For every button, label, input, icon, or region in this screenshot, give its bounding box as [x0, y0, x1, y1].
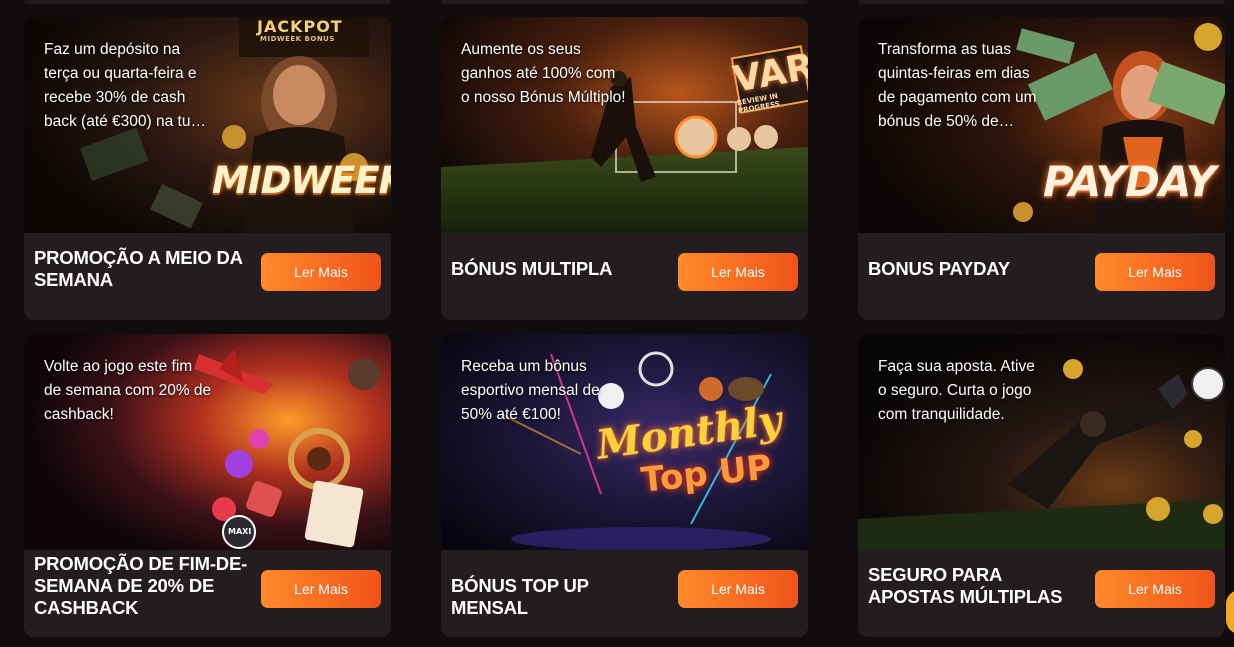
- promo-title: SEGURO PARA APOSTAS MÚLTIPLAS: [868, 564, 1063, 607]
- promo-card-midweek: JACKPOT MIDWEEK BONUS MIDWEEK Faz um dep…: [24, 17, 391, 320]
- promo-card-topup: Monthly Top UP Receba um bônus esportivo…: [441, 334, 808, 637]
- floating-widget-tab[interactable]: [1226, 590, 1234, 634]
- promo-description: Aumente os seus ganhos até 100% com o no…: [461, 41, 626, 106]
- read-more-button[interactable]: Ler Mais: [261, 253, 381, 291]
- promo-banner-topup: Monthly Top UP Receba um bônus esportivo…: [441, 334, 808, 550]
- promo-description: Transforma as tuas quintas-feiras em dia…: [878, 41, 1037, 130]
- promo-footer: PROMOÇÃO DE FIM-DE-SEMANA DE 20% DE CASH…: [24, 550, 391, 637]
- promo-card-multipla: VAR REVIEW IN PROGRESS Aumente os seus g…: [441, 17, 808, 320]
- promo-footer: BÓNUS MULTIPLA Ler Mais: [441, 233, 808, 320]
- payday-logo: PAYDAY: [1043, 157, 1216, 206]
- promo-card-seguro: Faça sua aposta. Ative o seguro. Curta o…: [858, 334, 1225, 637]
- promo-title: BONUS PAYDAY: [868, 258, 1010, 279]
- promo-footer: BONUS PAYDAY Ler Mais: [858, 233, 1225, 320]
- promo-description: Receba um bônus esportivo mensal de 50% …: [461, 358, 600, 423]
- read-more-button[interactable]: Ler Mais: [678, 570, 798, 608]
- promo-banner-seguro: Faça sua aposta. Ative o seguro. Curta o…: [858, 334, 1225, 550]
- promo-title: BÓNUS MULTIPLA: [451, 258, 613, 279]
- maxi-chip: MAXI: [228, 527, 252, 536]
- promo-footer: SEGURO PARA APOSTAS MÚLTIPLAS Ler Mais: [858, 550, 1225, 637]
- read-more-button[interactable]: Ler Mais: [1095, 570, 1215, 608]
- promo-description: Faça sua aposta. Ative o seguro. Curta o…: [878, 358, 1035, 423]
- promo-title: PROMOÇÃO A MEIO DA SEMANA: [34, 247, 243, 290]
- jackpot-subsign: MIDWEEK BONUS: [260, 35, 335, 43]
- promo-description: Faz um depósito na terça ou quarta-feira…: [44, 41, 206, 130]
- read-more-button[interactable]: Ler Mais: [1095, 253, 1215, 291]
- read-more-button[interactable]: Ler Mais: [261, 570, 381, 608]
- previous-card-edge: [441, 0, 808, 4]
- promo-card-payday: PAYDAY Transforma as tuas quintas-feiras…: [858, 17, 1225, 320]
- previous-card-edge: [858, 0, 1225, 4]
- promo-title: BÓNUS TOP UP MENSAL: [451, 575, 589, 618]
- jackpot-sign: JACKPOT: [257, 17, 343, 36]
- promo-description: Volte ao jogo este fim de semana com 20%…: [44, 358, 212, 423]
- promo-card-weekend: MAXI Volte ao jogo este fim de semana co…: [24, 334, 391, 637]
- promo-banner-midweek: JACKPOT MIDWEEK BONUS MIDWEEK Faz um dep…: [24, 17, 391, 233]
- midweek-logo: MIDWEEK: [212, 159, 391, 202]
- promo-banner-weekend: MAXI Volte ao jogo este fim de semana co…: [24, 334, 391, 550]
- promo-footer: BÓNUS TOP UP MENSAL Ler Mais: [441, 550, 808, 637]
- previous-card-edge: [24, 0, 391, 4]
- read-more-button[interactable]: Ler Mais: [678, 253, 798, 291]
- promo-banner-payday: PAYDAY Transforma as tuas quintas-feiras…: [858, 17, 1225, 233]
- promo-banner-multipla: VAR REVIEW IN PROGRESS Aumente os seus g…: [441, 17, 808, 233]
- promo-footer: PROMOÇÃO A MEIO DA SEMANA Ler Mais: [24, 233, 391, 320]
- promo-title: PROMOÇÃO DE FIM-DE-SEMANA DE 20% DE CASH…: [34, 553, 248, 618]
